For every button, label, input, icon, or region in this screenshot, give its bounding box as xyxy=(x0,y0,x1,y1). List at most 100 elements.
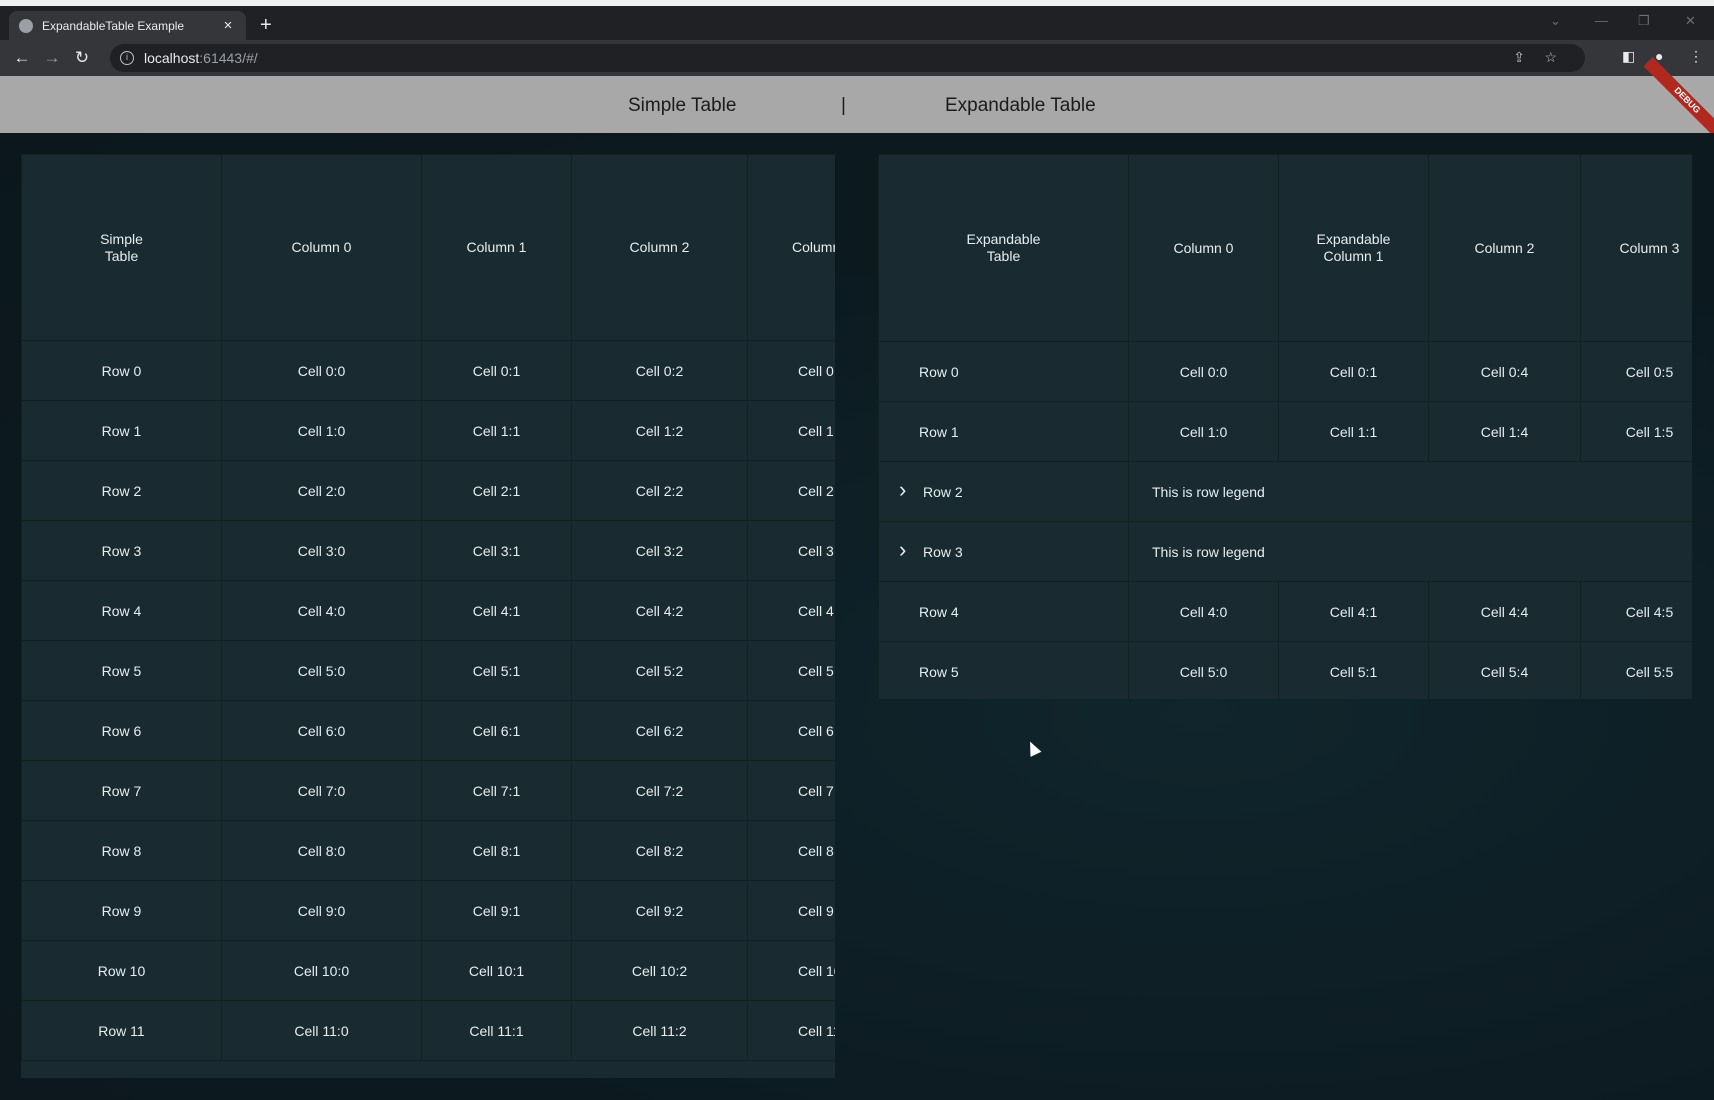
address-bar[interactable]: i localhost:61443/#/ ⇪ ☆ xyxy=(110,44,1585,72)
row-header: Row 0 xyxy=(21,340,222,401)
chevron-right-icon[interactable]: › xyxy=(899,479,917,501)
tab-search-icon[interactable]: ⌄ xyxy=(1550,13,1561,29)
row-header: Row 6 xyxy=(21,700,222,761)
table-cell: Cell 10:3 xyxy=(747,940,835,1001)
table-row: Row 1Cell 1:0Cell 1:1Cell 1:2Cell 1:3 xyxy=(21,400,835,461)
menu-kebab-icon[interactable]: ⋮ xyxy=(1689,48,1703,65)
expandable-row[interactable]: › Row 2 This is row legend xyxy=(878,461,1692,522)
table-cell: Cell 5:4 xyxy=(1428,641,1581,699)
row-header[interactable]: › Row 3 xyxy=(878,521,1129,582)
row-header: Row 7 xyxy=(21,760,222,821)
table-cell: Cell 9:2 xyxy=(571,880,748,941)
row-header: Row 1 xyxy=(21,400,222,461)
table-cell: Cell 4:0 xyxy=(1128,581,1279,642)
row-header: Row 2 xyxy=(21,460,222,521)
expandable-table-corner: Expandable Table xyxy=(878,154,1129,342)
table-row: Row 2Cell 2:0Cell 2:1Cell 2:2Cell 2:3 xyxy=(21,460,835,521)
table-cell: Cell 6:3 xyxy=(747,700,835,761)
expandable-column-header[interactable]: Expandable Column 1 xyxy=(1278,154,1429,342)
table-cell: Cell 9:3 xyxy=(747,880,835,941)
table-row: Row 5 Cell 5:0 Cell 5:1 Cell 5:4 Cell 5:5 xyxy=(878,641,1692,699)
table-cell: Cell 7:2 xyxy=(571,760,748,821)
table-row: Row 1 Cell 1:0 Cell 1:1 Cell 1:4 Cell 1:5 xyxy=(878,401,1692,462)
maximize-icon[interactable]: ❐ xyxy=(1638,13,1650,29)
column-header: Column 3 xyxy=(747,154,835,341)
row-header: Row 10 xyxy=(21,940,222,1001)
table-row: Row 0Cell 0:0Cell 0:1Cell 0:2Cell 0:3 xyxy=(21,340,835,401)
back-button[interactable]: ← xyxy=(7,48,37,68)
table-cell: Cell 11:3 xyxy=(747,1000,835,1061)
table-cell: Cell 2:1 xyxy=(421,460,572,521)
row-header: Row 4 xyxy=(21,580,222,641)
expandable-table: Expandable Table Column 0 Expandable Col… xyxy=(878,154,1692,699)
table-cell: Cell 10:1 xyxy=(421,940,572,1001)
table-row: Row 8Cell 8:0Cell 8:1Cell 8:2Cell 8:3 xyxy=(21,820,835,881)
table-cell: Cell 3:2 xyxy=(571,520,748,581)
table-cell: Cell 4:3 xyxy=(747,580,835,641)
expandable-table-tab[interactable]: Expandable Table xyxy=(945,95,1096,117)
row-header[interactable]: › Row 2 xyxy=(878,461,1129,522)
new-tab-button[interactable]: + xyxy=(260,14,272,36)
app-header: Simple Table | Expandable Table DEBUG xyxy=(0,57,1714,144)
table-cell: Cell 7:1 xyxy=(421,760,572,821)
browser-tabbar: ExpandableTable Example × + ⌄ — ❐ ✕ xyxy=(0,6,1714,40)
table-cell: Cell 8:3 xyxy=(747,820,835,881)
row-header: Row 3 xyxy=(21,520,222,581)
table-cell: Cell 8:2 xyxy=(571,820,748,881)
site-info-icon[interactable]: i xyxy=(120,51,134,65)
expandable-row[interactable]: › Row 3 This is row legend xyxy=(878,521,1692,582)
table-cell: Cell 6:2 xyxy=(571,700,748,761)
table-cell: Cell 1:1 xyxy=(1278,401,1429,462)
table-cell: Cell 0:5 xyxy=(1580,341,1692,402)
window-close-icon[interactable]: ✕ xyxy=(1685,13,1696,29)
reload-button[interactable]: ↻ xyxy=(67,48,97,68)
table-row: Row 6Cell 6:0Cell 6:1Cell 6:2Cell 6:3 xyxy=(21,700,835,761)
table-cell: Cell 1:0 xyxy=(1128,401,1279,462)
table-cell: Cell 1:3 xyxy=(747,400,835,461)
row-header-label: Row 3 xyxy=(923,544,963,560)
table-row: Row 5Cell 5:0Cell 5:1Cell 5:2Cell 5:3 xyxy=(21,640,835,701)
url-path: :61443/#/ xyxy=(199,50,258,66)
chevron-right-icon[interactable]: › xyxy=(899,539,917,561)
column-header: Column 0 xyxy=(1128,154,1279,342)
table-cell: Cell 5:3 xyxy=(747,640,835,701)
table-cell: Cell 1:0 xyxy=(221,400,422,461)
table-cell: Cell 4:5 xyxy=(1580,581,1692,642)
tab-close-icon[interactable]: × xyxy=(220,17,236,34)
row-header: Row 1 xyxy=(878,401,1129,462)
row-header-label: Row 2 xyxy=(923,484,963,500)
minimize-icon[interactable]: — xyxy=(1595,13,1608,28)
browser-tab[interactable]: ExpandableTable Example × xyxy=(9,11,246,40)
table-cell: Cell 1:5 xyxy=(1580,401,1692,462)
simple-table-tab[interactable]: Simple Table xyxy=(628,95,736,117)
share-icon[interactable]: ⇪ xyxy=(1513,49,1525,66)
simple-table: Simple Table Column 0 Column 1 Column 2 … xyxy=(21,154,835,1061)
table-row: Row 9Cell 9:0Cell 9:1Cell 9:2Cell 9:3 xyxy=(21,880,835,941)
table-cell: Cell 0:0 xyxy=(221,340,422,401)
simple-table-panel[interactable]: Simple Table Column 0 Column 1 Column 2 … xyxy=(21,154,835,1078)
table-cell: Cell 4:1 xyxy=(421,580,572,641)
forward-button[interactable]: → xyxy=(37,48,67,68)
bookmark-star-icon[interactable]: ☆ xyxy=(1544,49,1557,66)
globe-icon xyxy=(19,18,33,33)
row-legend: This is row legend xyxy=(1128,461,1692,522)
side-panel-icon[interactable]: ◧ xyxy=(1622,48,1635,65)
table-cell: Cell 5:1 xyxy=(421,640,572,701)
table-cell: Cell 3:3 xyxy=(747,520,835,581)
table-row: Row 4 Cell 4:0 Cell 4:1 Cell 4:4 Cell 4:5 xyxy=(878,581,1692,642)
column-header: Column 3 xyxy=(1580,154,1692,342)
table-cell: Cell 10:0 xyxy=(221,940,422,1001)
app-content: Simple Table Column 0 Column 1 Column 2 … xyxy=(0,133,1714,1100)
row-header: Row 8 xyxy=(21,820,222,881)
table-row: Row 10Cell 10:0Cell 10:1Cell 10:2Cell 10… xyxy=(21,940,835,1001)
table-cell: Cell 0:1 xyxy=(1278,341,1429,402)
table-row: Row 3Cell 3:0Cell 3:1Cell 3:2Cell 3:3 xyxy=(21,520,835,581)
mouse-cursor-icon xyxy=(1024,739,1042,757)
table-cell: Cell 8:0 xyxy=(221,820,422,881)
expandable-table-panel[interactable]: Expandable Table Column 0 Expandable Col… xyxy=(878,154,1692,699)
table-cell: Cell 6:1 xyxy=(421,700,572,761)
column-header: Column 2 xyxy=(571,154,748,341)
browser-toolbar: ← → ↻ i localhost:61443/#/ ⇪ ☆ ◧ ● ⋮ xyxy=(0,40,1714,76)
column-header: Column 0 xyxy=(221,154,422,341)
table-cell: Cell 0:0 xyxy=(1128,341,1279,402)
